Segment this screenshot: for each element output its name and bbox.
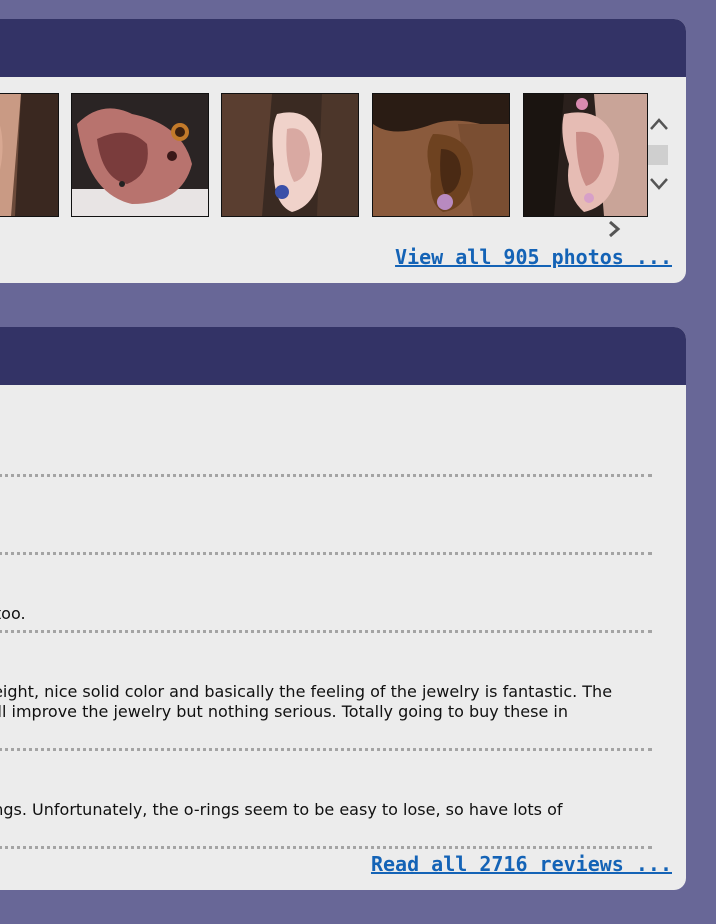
photos-panel-header — [0, 19, 686, 77]
review-text-line: cings. Unfortunately, the o-rings seem t… — [0, 800, 563, 819]
review-item — [0, 477, 652, 555]
scrollbar-thumb[interactable] — [648, 145, 668, 165]
read-all-reviews-link[interactable]: Read all 2716 reviews ... — [371, 852, 672, 876]
reviews-panel-header — [0, 327, 686, 385]
chevron-up-icon[interactable] — [648, 113, 670, 135]
review-text-line: a too. — [0, 604, 26, 623]
review-item: cings. Unfortunately, the o-rings seem t… — [0, 751, 652, 849]
review-item: weight, nice solid color and basically t… — [0, 633, 652, 751]
chevron-right-icon[interactable] — [604, 219, 624, 239]
photo-thumbnail[interactable] — [0, 93, 59, 217]
view-all-photos-link[interactable]: View all 905 photos ... — [395, 245, 672, 269]
photo-thumbnail[interactable] — [523, 93, 648, 217]
thumbnail-scrollbar[interactable] — [648, 93, 668, 217]
photo-thumbnail[interactable] — [221, 93, 359, 217]
photo-thumbnail-strip[interactable] — [0, 93, 648, 217]
chevron-down-icon[interactable] — [648, 173, 670, 195]
photo-thumbnail[interactable] — [372, 93, 510, 217]
reviews-panel: a too. weight, nice solid color and basi… — [0, 327, 686, 890]
review-item — [0, 385, 652, 477]
photo-thumbnail[interactable] — [71, 93, 209, 217]
review-text-line: will improve the jewelry but nothing ser… — [0, 702, 568, 721]
photos-panel: View all 905 photos ... — [0, 19, 686, 283]
review-item: a too. — [0, 555, 652, 633]
review-text-line: weight, nice solid color and basically t… — [0, 682, 613, 701]
